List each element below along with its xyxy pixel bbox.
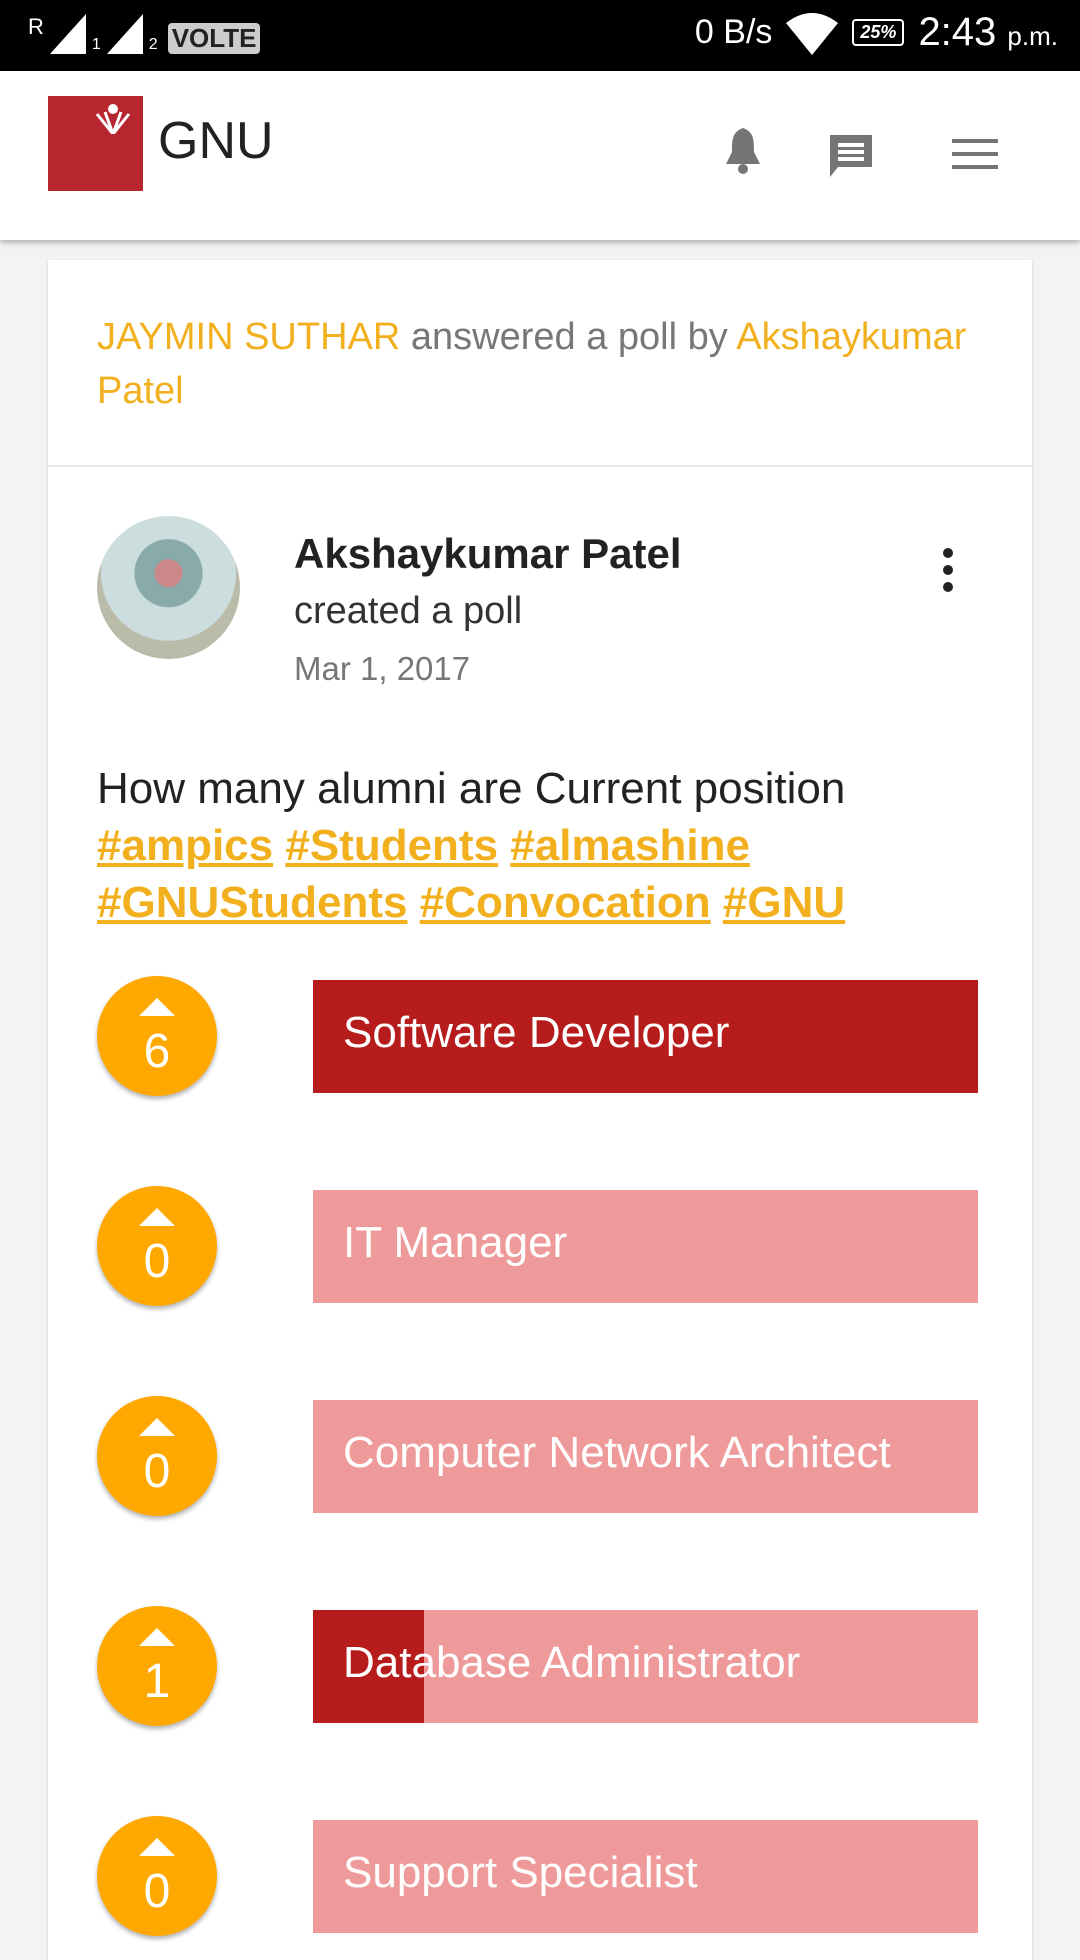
bell-icon[interactable] bbox=[722, 126, 764, 174]
upvote-arrow-icon bbox=[139, 1208, 175, 1226]
upvote-button[interactable]: 0 bbox=[97, 1816, 217, 1936]
upvote-arrow-icon bbox=[139, 1628, 175, 1646]
clock: 2:43 p.m. bbox=[918, 10, 1058, 55]
university-logo[interactable] bbox=[48, 96, 143, 191]
poll-option[interactable]: 1 Database Administrator bbox=[97, 1606, 978, 1726]
vote-count: 0 bbox=[143, 1865, 171, 1918]
option-label: Computer Network Architect bbox=[343, 1428, 891, 1477]
sim1-label: 1 bbox=[91, 36, 101, 53]
hashtag-link[interactable]: #GNU bbox=[723, 878, 845, 927]
vote-count: 1 bbox=[143, 1655, 171, 1708]
option-bar[interactable]: Software Developer bbox=[313, 980, 978, 1093]
menu-icon[interactable] bbox=[952, 139, 998, 169]
actor-link[interactable]: JAYMIN SUTHAR bbox=[97, 316, 400, 358]
upvote-button[interactable]: 0 bbox=[97, 1186, 217, 1306]
app-title: GNU bbox=[158, 112, 274, 170]
option-label: Software Developer bbox=[343, 1008, 730, 1057]
vote-count: 0 bbox=[143, 1235, 171, 1288]
wifi-icon bbox=[786, 12, 839, 55]
option-bar[interactable]: Database Administrator bbox=[313, 1610, 978, 1723]
vote-count: 6 bbox=[143, 1025, 171, 1078]
option-label: Support Specialist bbox=[343, 1848, 698, 1897]
hashtag-link[interactable]: #GNUStudents bbox=[97, 878, 407, 927]
avatar[interactable] bbox=[97, 516, 240, 659]
upvote-button[interactable]: 6 bbox=[97, 976, 217, 1096]
poll-option[interactable]: 0 Support Specialist bbox=[97, 1816, 978, 1936]
chat-icon[interactable] bbox=[828, 133, 874, 179]
upvote-arrow-icon bbox=[139, 1838, 175, 1856]
upvote-arrow-icon bbox=[139, 1418, 175, 1436]
signal-icon bbox=[106, 14, 143, 54]
ampm: p.m. bbox=[1007, 21, 1058, 51]
signal-icon bbox=[49, 14, 86, 54]
upvote-button[interactable]: 1 bbox=[97, 1606, 217, 1726]
poll-option[interactable]: 6 Software Developer bbox=[97, 976, 978, 1096]
upvote-button[interactable]: 0 bbox=[97, 1396, 217, 1516]
divider bbox=[48, 465, 1032, 467]
post-subtitle: created a poll bbox=[294, 590, 523, 632]
activity-action: answered a poll by bbox=[400, 316, 737, 358]
app-header: GNU bbox=[0, 71, 1080, 240]
poll-option[interactable]: 0 Computer Network Architect bbox=[97, 1396, 978, 1516]
logo-emblem-icon bbox=[95, 104, 131, 134]
volte-badge: VOLTE bbox=[167, 23, 261, 54]
poll-option[interactable]: 0 IT Manager bbox=[97, 1186, 978, 1306]
poll-question: How many alumni are Current position #am… bbox=[97, 760, 977, 931]
network-speed: 0 B/s bbox=[694, 13, 773, 51]
post-date: Mar 1, 2017 bbox=[294, 650, 471, 687]
battery-icon: 25% bbox=[852, 19, 905, 46]
activity-line: JAYMIN SUTHAR answered a poll by Akshayk… bbox=[97, 310, 977, 418]
time: 2:43 bbox=[918, 10, 997, 54]
vote-count: 0 bbox=[143, 1445, 171, 1498]
option-bar[interactable]: Computer Network Architect bbox=[313, 1400, 978, 1513]
question-text: How many alumni are Current position bbox=[97, 764, 846, 813]
option-bar[interactable]: Support Specialist bbox=[313, 1820, 978, 1933]
status-bar: R 1 2 VOLTE 0 B/s 25% 2:43 p.m. bbox=[0, 0, 1080, 71]
option-label: Database Administrator bbox=[343, 1638, 801, 1687]
sim2-label: 2 bbox=[148, 36, 158, 53]
upvote-arrow-icon bbox=[139, 998, 175, 1016]
roaming-indicator: R bbox=[28, 14, 44, 39]
option-label: IT Manager bbox=[343, 1218, 568, 1267]
feed-card: JAYMIN SUTHAR answered a poll by Akshayk… bbox=[48, 260, 1032, 1960]
hashtag-link[interactable]: #Students bbox=[285, 821, 498, 870]
more-options-icon[interactable] bbox=[938, 545, 958, 595]
hashtag-link[interactable]: #Convocation bbox=[420, 878, 711, 927]
option-bar[interactable]: IT Manager bbox=[313, 1190, 978, 1303]
hashtag-link[interactable]: #ampics bbox=[97, 821, 273, 870]
author-name[interactable]: Akshaykumar Patel bbox=[294, 530, 682, 578]
hashtag-link[interactable]: #almashine bbox=[510, 821, 750, 870]
